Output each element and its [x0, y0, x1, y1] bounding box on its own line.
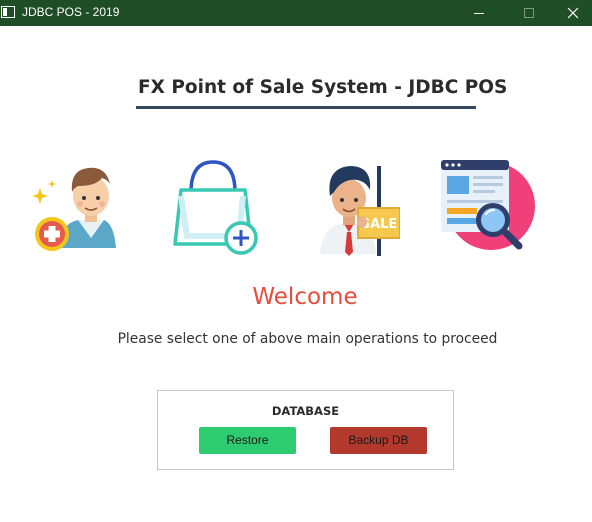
page-title: FX Point of Sale System - JDBC POS — [138, 77, 508, 98]
window-title: JDBC POS - 2019 — [22, 5, 120, 19]
database-title: DATABASE — [271, 404, 340, 418]
app-icon — [1, 6, 15, 18]
minimize-button[interactable] — [456, 0, 502, 26]
add-customer-icon — [32, 167, 116, 251]
maximize-button[interactable] — [506, 0, 552, 26]
backup-db-button[interactable]: Backup DB — [330, 427, 427, 454]
operation-customers[interactable] — [26, 156, 126, 260]
window-titlebar[interactable]: JDBC POS - 2019 — [0, 0, 592, 26]
search-report-icon — [441, 160, 535, 250]
close-icon — [567, 7, 579, 19]
operation-sales[interactable]: SALE — [300, 156, 401, 260]
maximize-icon — [524, 8, 534, 18]
title-underline — [136, 106, 476, 109]
sales-person-icon: SALE — [320, 166, 401, 256]
database-panel: DATABASE Restore Backup DB — [157, 390, 454, 470]
add-product-bag-icon — [173, 160, 258, 255]
minimize-icon — [474, 13, 484, 14]
operation-reports[interactable] — [437, 156, 537, 260]
operation-products[interactable] — [165, 156, 265, 260]
close-button[interactable] — [548, 0, 592, 26]
welcome-heading: Welcome — [252, 284, 358, 310]
instruction-text: Please select one of above main operatio… — [117, 331, 498, 347]
restore-button[interactable]: Restore — [199, 427, 296, 454]
